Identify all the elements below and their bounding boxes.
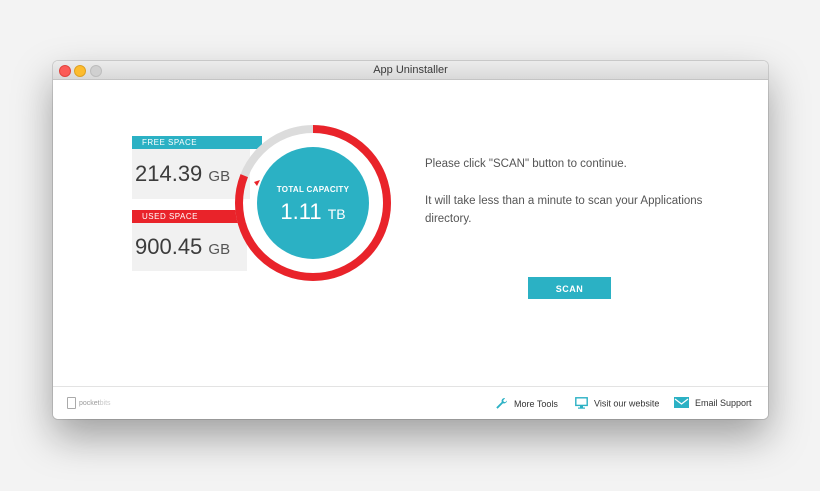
footer-bar: pocketbits More Tools Visit our website …: [53, 386, 768, 419]
free-space-value: 214.39 GB: [135, 161, 230, 187]
total-capacity-label: TOTAL CAPACITY: [276, 185, 350, 194]
email-support-link[interactable]: Email Support: [674, 397, 752, 410]
instruction-text: Please click "SCAN" button to continue.: [425, 158, 627, 170]
logo-text-bits: bits: [99, 399, 111, 407]
used-space-label: USED SPACE: [132, 210, 242, 223]
logo-text-pocket: pocket: [79, 399, 100, 407]
more-tools-label: More Tools: [514, 398, 558, 409]
used-space-value: 900.45 GB: [135, 234, 230, 260]
total-capacity-number: 1.11: [280, 199, 322, 224]
more-tools-link[interactable]: More Tools: [495, 397, 558, 412]
total-capacity-unit: TB: [327, 206, 346, 222]
visit-website-link[interactable]: Visit our website: [575, 397, 659, 411]
used-space-panel: 900.45 GB: [132, 223, 247, 271]
scan-button[interactable]: SCAN: [528, 277, 611, 299]
total-capacity-value: 1.11 TB: [258, 199, 368, 225]
used-space-number: 900.45: [135, 234, 203, 259]
visit-website-label: Visit our website: [594, 398, 660, 409]
envelope-icon: [674, 397, 689, 410]
title-bar[interactable]: App Uninstaller: [53, 61, 768, 80]
window-title: App Uninstaller: [373, 64, 448, 76]
free-space-unit: GB: [208, 168, 231, 185]
free-space-number: 214.39: [135, 161, 203, 186]
scan-duration-text: It will take less than a minute to scan …: [425, 195, 703, 225]
pocketbits-logo-icon: [67, 397, 76, 409]
used-space-unit: GB: [208, 241, 231, 258]
monitor-icon: [575, 397, 588, 411]
wrench-icon: [495, 397, 508, 412]
email-support-label: Email Support: [695, 397, 752, 408]
app-window: App Uninstaller FREE SPACE 214.39 GB USE…: [53, 61, 768, 419]
pocketbits-logo: pocketbits: [67, 397, 111, 409]
